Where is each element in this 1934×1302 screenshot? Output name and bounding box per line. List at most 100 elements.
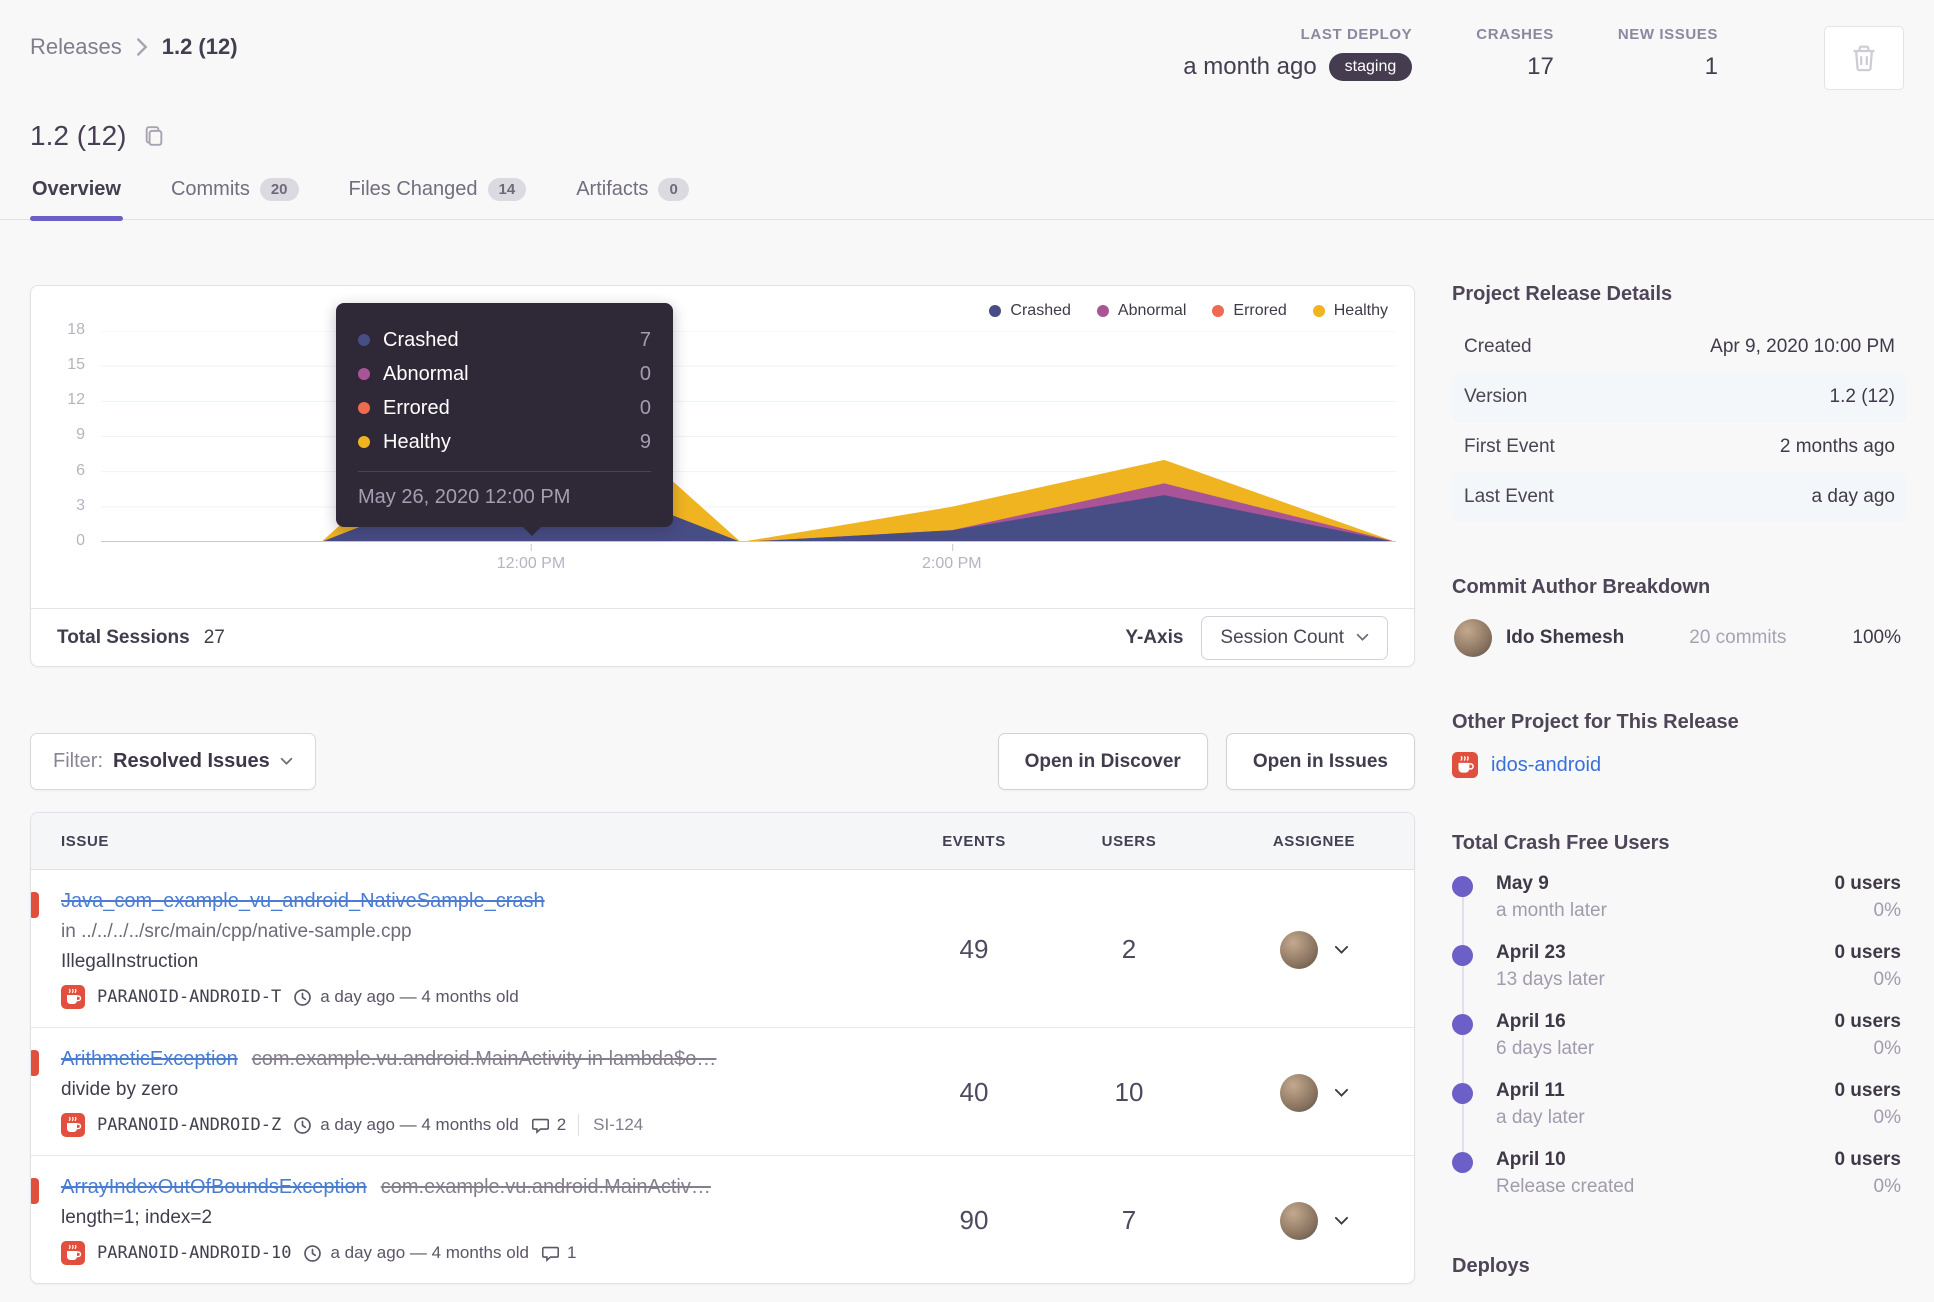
- column-events: EVENTS: [942, 832, 1006, 850]
- issues-filter-dropdown[interactable]: Filter: Resolved Issues: [30, 733, 316, 790]
- timeline-entry: April 10 Release created 0 users 0%: [1452, 1149, 1907, 1201]
- y-axis-select[interactable]: Session Count: [1201, 615, 1388, 660]
- timeline-date: April 10: [1496, 1149, 1566, 1170]
- total-sessions-label: Total Sessions: [57, 626, 190, 648]
- detail-label: Version: [1464, 386, 1528, 407]
- x-axis-tick: 2:00 PM: [922, 544, 982, 572]
- legend-crashed-label: Crashed: [1010, 302, 1071, 319]
- commit-authors-heading: Commit Author Breakdown: [1452, 576, 1711, 598]
- java-project-icon: [61, 1113, 85, 1137]
- issue-row: ArrayIndexOutOfBoundsException com.exampl…: [31, 1156, 1414, 1283]
- stat-crashes-label: CRASHES: [1476, 26, 1554, 43]
- timeline-when: Release created: [1496, 1176, 1635, 1197]
- release-details-heading: Project Release Details: [1452, 283, 1673, 305]
- detail-value: 2 months ago: [1779, 436, 1895, 457]
- issues-toolbar: Filter: Resolved Issues Open in Discover…: [30, 733, 1415, 790]
- issue-events-count: 40: [959, 1077, 989, 1107]
- project-slug: PARANOID-ANDROID-10: [97, 1243, 292, 1263]
- tooltip-healthy-label: Healthy: [383, 430, 451, 453]
- clock-icon: [293, 1116, 312, 1135]
- main-column: Crashed Abnormal Errored Healthy 18 15 1…: [30, 285, 1415, 1284]
- issue-row: Java_com_example_vu_android_NativeSample…: [31, 870, 1414, 1028]
- chart-footer: Total Sessions 27 Y-Axis Session Count: [31, 608, 1414, 666]
- stat-last-deploy-value: a month ago: [1183, 53, 1317, 80]
- y-axis-tick: 6: [76, 462, 85, 479]
- tab-overview-label: Overview: [32, 178, 121, 200]
- java-project-icon: [61, 985, 85, 1009]
- tab-artifacts[interactable]: Artifacts 0: [574, 178, 691, 219]
- legend-item-crashed[interactable]: Crashed: [989, 302, 1071, 320]
- y-axis-tick: 0: [76, 532, 85, 549]
- filter-value: Resolved Issues: [113, 750, 270, 772]
- timeline-percent: 0%: [1873, 1176, 1901, 1197]
- timeline-percent: 0%: [1873, 969, 1901, 990]
- stat-last-deploy: LAST DEPLOY a month ago staging: [1183, 26, 1413, 81]
- tooltip-crashed-label: Crashed: [383, 328, 459, 351]
- environment-badge: staging: [1328, 53, 1413, 81]
- y-axis-select-value: Session Count: [1220, 626, 1344, 648]
- delete-release-button[interactable]: [1824, 26, 1904, 90]
- comment-icon: [541, 1244, 560, 1263]
- issues-table: ISSUE EVENTS USERS ASSIGNEE Java_com_exa…: [30, 812, 1415, 1284]
- timeline-dot: [1452, 1083, 1473, 1104]
- chart-legend: Crashed Abnormal Errored Healthy: [989, 302, 1388, 320]
- page-title: 1.2 (12): [30, 120, 127, 151]
- timeline-dot: [1452, 945, 1473, 966]
- breadcrumb: Releases 1.2 (12): [30, 26, 238, 60]
- tooltip-arrow: [522, 526, 542, 536]
- stat-last-deploy-label: LAST DEPLOY: [1300, 26, 1413, 43]
- y-axis-tick: 12: [67, 391, 85, 408]
- issue-culprit: com.example.vu.android.MainActiv…: [380, 1176, 711, 1198]
- comments-count-value: 2: [556, 1115, 567, 1134]
- y-axis-label: Y-Axis: [1125, 626, 1184, 648]
- tab-commits[interactable]: Commits 20: [169, 178, 301, 219]
- detail-row-version: Version 1.2 (12): [1452, 372, 1907, 422]
- tab-files-changed[interactable]: Files Changed 14: [347, 178, 529, 219]
- sessions-area-chart: 12:00 PM 2:00 PM: [101, 331, 1396, 572]
- tooltip-abnormal-label: Abnormal: [383, 362, 469, 385]
- crash-free-timeline: May 9 a month later 0 users 0% April 23 …: [1452, 871, 1907, 1201]
- issue-short-id-value: SI-124: [593, 1115, 644, 1134]
- legend-item-errored[interactable]: Errored: [1212, 302, 1287, 320]
- assignee-dropdown[interactable]: [1214, 930, 1414, 969]
- issue-message: divide by zero: [61, 1079, 179, 1100]
- tab-overview[interactable]: Overview: [30, 178, 123, 221]
- copy-version-button[interactable]: [143, 124, 165, 148]
- issue-title-link[interactable]: ArrayIndexOutOfBoundsException: [61, 1176, 367, 1198]
- issue-message: length=1; index=2: [61, 1207, 213, 1228]
- assignee-dropdown[interactable]: [1214, 1073, 1414, 1112]
- breadcrumb-releases-link[interactable]: Releases: [30, 34, 122, 60]
- timeline-date: April 11: [1496, 1080, 1565, 1101]
- issue-title-link[interactable]: ArithmeticException: [61, 1048, 238, 1070]
- sidebar: Project Release Details Created Apr 9, 2…: [1452, 283, 1907, 1294]
- tab-commits-label: Commits: [170, 178, 250, 200]
- comments-count: 2: [531, 1115, 566, 1135]
- commit-author-row: Ido Shemesh 20 commits 100%: [1452, 615, 1907, 657]
- issue-title-link[interactable]: Java_com_example_vu_android_NativeSample…: [61, 890, 545, 912]
- chevron-down-icon: [1334, 1216, 1349, 1226]
- other-project-section: Other Project for This Release idos-andr…: [1452, 711, 1907, 778]
- chevron-down-icon: [1334, 945, 1349, 955]
- legend-item-abnormal[interactable]: Abnormal: [1096, 302, 1187, 320]
- tooltip-errored-label: Errored: [383, 396, 450, 419]
- issue-events-count: 90: [959, 1205, 989, 1235]
- release-page: Releases 1.2 (12) LAST DEPLOY a month ag…: [0, 0, 1934, 1302]
- legend-item-healthy[interactable]: Healthy: [1312, 302, 1388, 320]
- author-commit-count: 20 commits: [1689, 627, 1787, 648]
- timeline-percent: 0%: [1873, 900, 1901, 921]
- legend-abnormal-label: Abnormal: [1117, 302, 1187, 319]
- open-in-issues-button[interactable]: Open in Issues: [1225, 733, 1415, 790]
- legend-errored-label: Errored: [1233, 302, 1287, 319]
- timeline-users: 0 users: [1834, 1080, 1901, 1101]
- tab-commits-badge: 20: [259, 178, 299, 201]
- top-bar: Releases 1.2 (12) LAST DEPLOY a month ag…: [0, 0, 1934, 90]
- open-in-discover-button[interactable]: Open in Discover: [997, 733, 1208, 790]
- other-project-link[interactable]: idos-android: [1491, 754, 1601, 777]
- tab-artifacts-label: Artifacts: [576, 178, 649, 200]
- assignee-dropdown[interactable]: [1214, 1201, 1414, 1240]
- timeline-when: 13 days later: [1496, 969, 1605, 990]
- issue-users-count: 10: [1114, 1077, 1144, 1107]
- timeline-entry: May 9 a month later 0 users 0%: [1452, 873, 1907, 925]
- unhandled-flag: [31, 1178, 39, 1204]
- detail-value: 1.2 (12): [1829, 386, 1895, 407]
